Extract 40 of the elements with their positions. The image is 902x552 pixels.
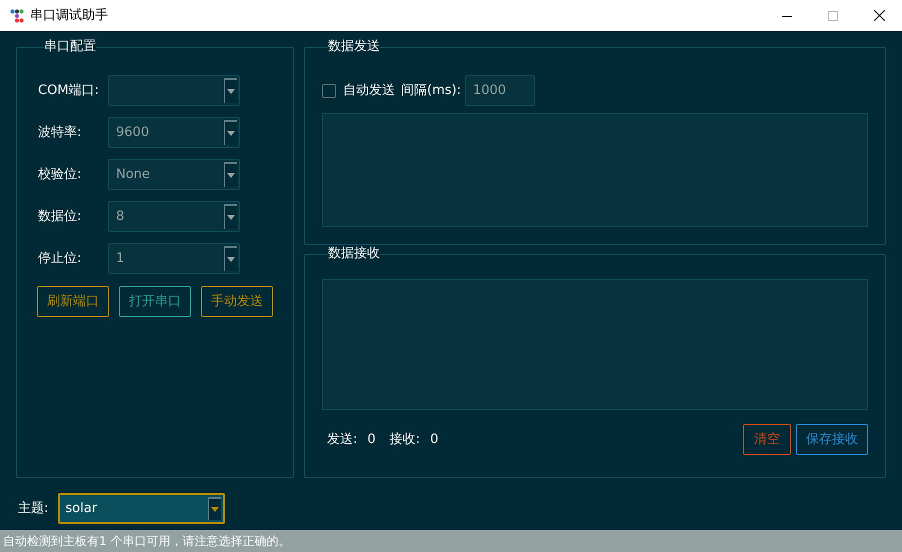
- dropdown[interactable]: None: [108, 159, 240, 190]
- checkbox[interactable]: [322, 84, 336, 98]
- counter-value: 0: [367, 430, 376, 449]
- group-title: 数据接收: [328, 246, 380, 262]
- dropdown[interactable]: 8: [108, 201, 240, 232]
- field-label: 数据位:: [38, 208, 82, 226]
- field-label: 波特率:: [38, 124, 82, 142]
- maximize-icon: [828, 10, 838, 20]
- interval-field[interactable]: 1000: [464, 75, 535, 106]
- dropdown-value: None: [116, 166, 150, 184]
- window-title: 串口调试助手: [30, 6, 108, 25]
- group-title: 数据发送: [328, 39, 380, 55]
- counter-value: 0: [430, 430, 438, 449]
- dropdown-value: 1: [116, 250, 124, 268]
- counter-label: 接收:: [390, 430, 420, 449]
- theme-label: 主题:: [18, 500, 48, 518]
- counter-label: 发送:: [327, 430, 358, 449]
- receive-text-area[interactable]: [322, 279, 868, 410]
- dropdown[interactable]: 1: [108, 243, 240, 274]
- action-button[interactable]: 保存接收: [796, 424, 868, 455]
- dropdown[interactable]: [108, 75, 240, 106]
- action-button[interactable]: 清空: [743, 424, 791, 455]
- status-bar: 自动检测到主板有1 个串口可用，请注意选择正确的。: [0, 530, 902, 552]
- interval-label: 间隔(ms):: [401, 82, 461, 100]
- dropdown-value: 9600: [116, 124, 150, 142]
- send-text-area[interactable]: [322, 113, 868, 227]
- group-title: 串口配置: [44, 39, 96, 55]
- action-button[interactable]: 打开串口: [119, 286, 191, 317]
- theme-dropdown[interactable]: solar: [58, 493, 226, 524]
- checkbox-label: 自动发送: [343, 82, 395, 100]
- action-button[interactable]: 手动发送: [201, 286, 273, 317]
- dropdown-value: solar: [65, 500, 98, 518]
- action-button[interactable]: 刷新端口: [37, 286, 109, 317]
- field-label: COM端口:: [38, 82, 100, 100]
- close-icon: [874, 10, 884, 21]
- field-label: 停止位:: [38, 250, 82, 268]
- dropdown-value: 8: [116, 208, 124, 226]
- app-icon: [10, 8, 24, 22]
- field-label: 校验位:: [38, 166, 82, 184]
- dropdown[interactable]: 9600: [108, 117, 240, 148]
